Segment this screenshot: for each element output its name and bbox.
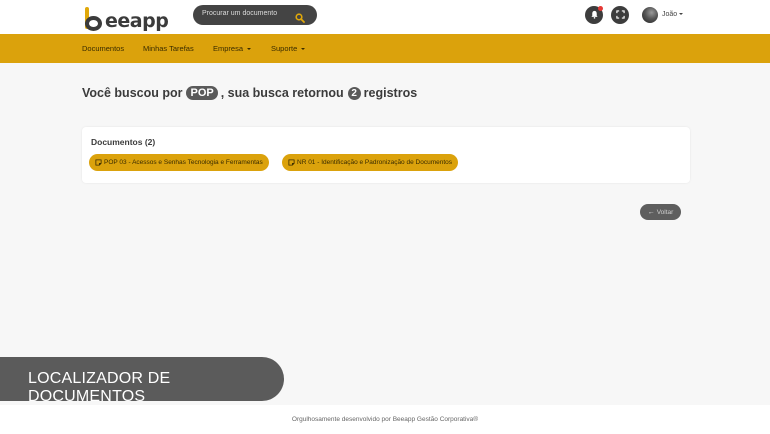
banner-text: LOCALIZADOR DE DOCUMENTOS (28, 370, 171, 405)
user-name: João (662, 11, 678, 18)
chevron-down-icon (301, 48, 306, 51)
chevron-down-icon (679, 13, 684, 16)
footer-text: Orgulhosamente desenvolvido por Beeapp G… (291, 416, 479, 423)
main-menu: Documentos Minhas Tarefas Empresa Suport… (0, 34, 770, 63)
avatar[interactable] (642, 7, 658, 23)
documents-card: Documentos (2) POP 03 - Acessos e Senhas… (82, 127, 690, 183)
arrow-left-icon: ← (647, 208, 655, 216)
document-icon (95, 159, 102, 166)
menu-item-label: Suporte (271, 44, 298, 53)
document-label: POP 03 - Acessos e Senhas Tecnologia e F… (104, 159, 263, 166)
footer: Orgulhosamente desenvolvido por Beeapp G… (0, 405, 770, 434)
document-link-nr-01[interactable]: NR 01 - Identificação e Padronização de … (282, 154, 459, 171)
menu-item-empresa[interactable]: Empresa (213, 44, 252, 53)
menu-item-suporte[interactable]: Suporte (271, 44, 306, 53)
search-results-heading: Você buscou por POP , sua busca retornou… (82, 86, 417, 100)
back-button[interactable]: ← Voltar (640, 204, 681, 220)
results-suffix: registros (363, 86, 418, 100)
menu-item-documentos[interactable]: Documentos (82, 44, 124, 53)
notification-dot (598, 6, 603, 11)
user-menu[interactable]: João (662, 11, 684, 18)
results-middle: , sua busca retornou (220, 86, 344, 100)
expand-icon (615, 6, 625, 24)
section-banner: LOCALIZADOR DE DOCUMENTOS (0, 357, 284, 405)
chevron-down-icon (247, 48, 252, 51)
results-count-badge: 2 (347, 86, 361, 100)
search-term-badge: POP (186, 86, 218, 100)
document-icon (288, 159, 295, 166)
back-button-label: Voltar (656, 208, 674, 216)
results-prefix: Você buscou por (82, 86, 183, 100)
menu-item-label: Minhas Tarefas (143, 44, 194, 53)
notifications-button[interactable] (585, 6, 603, 24)
beeapp-logo[interactable]: eeapp (84, 3, 169, 32)
menu-item-label: Documentos (82, 44, 125, 53)
logo-text: eeapp (105, 10, 169, 32)
logo-b-mark (84, 7, 104, 31)
menu-item-minhas-tarefas[interactable]: Minhas Tarefas (143, 44, 194, 53)
document-label: NR 01 - Identificação e Padronização de … (297, 159, 453, 166)
search-box[interactable]: Procurar um documento (193, 5, 317, 25)
document-link-pop-03[interactable]: POP 03 - Acessos e Senhas Tecnologia e F… (89, 154, 269, 171)
menu-item-label: Empresa (213, 44, 244, 53)
fullscreen-button[interactable] (611, 6, 629, 24)
top-bar: eeapp Procurar um documento João (0, 0, 770, 34)
card-title: Documentos (2) (91, 137, 156, 147)
search-input[interactable]: Procurar um documento (202, 10, 277, 17)
search-icon[interactable] (295, 10, 305, 23)
